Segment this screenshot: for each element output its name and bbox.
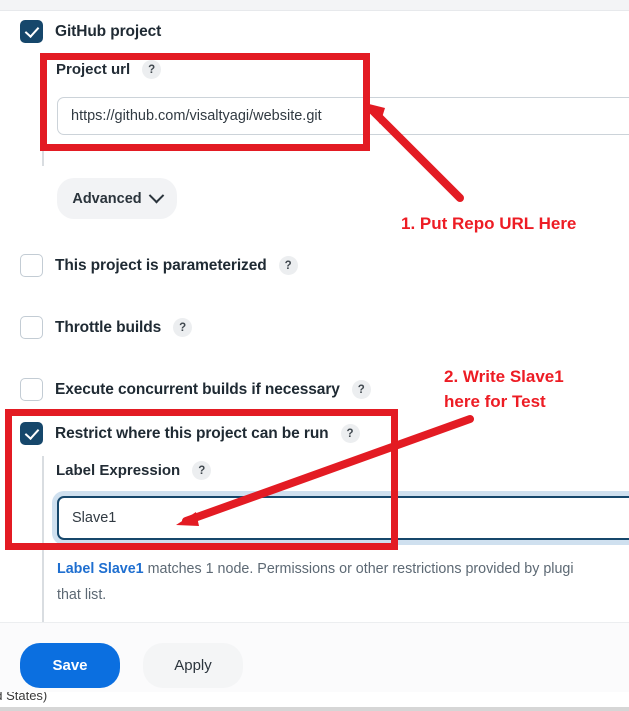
- checkbox-row-throttle-builds[interactable]: Throttle builds ?: [20, 316, 193, 339]
- field-label-project-url: Project url: [56, 61, 131, 78]
- checkbox-label-github-project: GitHub project: [55, 22, 162, 40]
- help-icon-project-url[interactable]: ?: [142, 60, 162, 79]
- field-label-row-project-url: Project url ?: [56, 60, 162, 79]
- checkbox-row-restrict-run[interactable]: Restrict where this project can be run ?: [20, 422, 360, 445]
- label-expression-note-line-2: that list.: [57, 587, 107, 603]
- checkbox-concurrent-builds[interactable]: [20, 378, 43, 401]
- checkbox-label-parameterized: This project is parameterized: [55, 256, 267, 274]
- checkbox-throttle-builds[interactable]: [20, 316, 43, 339]
- apply-button[interactable]: Apply: [143, 643, 243, 688]
- annotation-text-2: 2. Write Slave1 here for Test: [444, 367, 564, 411]
- chevron-down-icon: [148, 187, 164, 204]
- advanced-toggle-button[interactable]: Advanced: [57, 178, 177, 219]
- top-chrome-divider: [0, 10, 629, 11]
- field-label-label-expression: Label Expression: [56, 462, 181, 479]
- clipped-os-rule: [0, 707, 629, 711]
- checkbox-label-concurrent-builds: Execute concurrent builds if necessary: [55, 380, 340, 398]
- field-label-row-label-expression: Label Expression ?: [56, 461, 212, 480]
- checkbox-restrict-run[interactable]: [20, 422, 43, 445]
- help-icon-restrict-run[interactable]: ?: [340, 424, 360, 443]
- label-expression-note-link[interactable]: Label Slave1: [57, 561, 144, 577]
- help-icon-concurrent-builds[interactable]: ?: [351, 380, 371, 399]
- input-project-url[interactable]: https://github.com/visaltyagi/website.gi…: [57, 97, 629, 135]
- label-expression-note-line-1: Label Slave1 matches 1 node. Permissions…: [57, 556, 574, 582]
- save-button[interactable]: Save: [20, 643, 120, 688]
- checkbox-parameterized[interactable]: [20, 254, 43, 277]
- clipped-os-text: ed States): [0, 692, 48, 703]
- checkbox-label-throttle-builds: Throttle builds: [55, 318, 162, 336]
- advanced-toggle-label: Advanced: [72, 190, 142, 207]
- checkbox-label-restrict-run: Restrict where this project can be run: [55, 424, 329, 442]
- clipped-os-bar: ed States): [0, 692, 629, 711]
- jenkins-job-config-screenshot: GitHub project Project url ? https://git…: [0, 0, 629, 711]
- checkbox-row-parameterized[interactable]: This project is parameterized ?: [20, 254, 298, 277]
- help-icon-throttle-builds[interactable]: ?: [173, 318, 193, 337]
- input-label-expression[interactable]: Slave1: [57, 496, 629, 540]
- label-expression-note-rest: matches 1 node. Permissions or other res…: [143, 561, 574, 577]
- annotation-text-1: 1. Put Repo URL Here: [401, 214, 577, 233]
- checkbox-github-project[interactable]: [20, 20, 43, 43]
- help-icon-parameterized[interactable]: ?: [278, 256, 298, 275]
- nested-guide-line-restrict: [42, 456, 44, 622]
- checkbox-row-github-project[interactable]: GitHub project: [20, 20, 161, 43]
- nested-guide-line-github: [42, 56, 44, 166]
- checkbox-row-concurrent-builds[interactable]: Execute concurrent builds if necessary ?: [20, 378, 371, 401]
- help-icon-label-expression[interactable]: ?: [192, 461, 212, 480]
